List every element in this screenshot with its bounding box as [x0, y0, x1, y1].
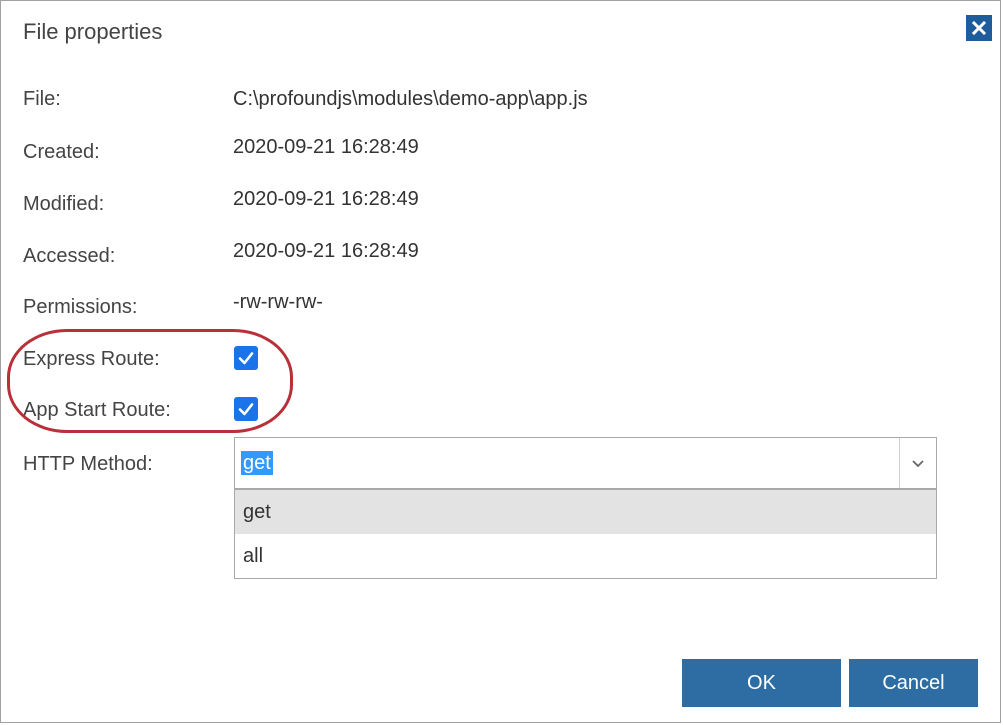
file-value: C:\profoundjs\modules\demo-app\app.js [233, 88, 588, 110]
app-start-route-checkbox[interactable] [234, 397, 258, 421]
file-label: File: [23, 88, 61, 110]
http-method-select[interactable]: get [234, 437, 937, 489]
file-properties-dialog: File properties File: C:\profoundjs\modu… [0, 0, 1001, 723]
dropdown-option-get[interactable]: get [235, 490, 936, 534]
close-icon [971, 20, 987, 36]
checkmark-icon [238, 403, 254, 416]
checkmark-icon [238, 352, 254, 365]
created-value: 2020-09-21 16:28:49 [233, 136, 419, 158]
permissions-label: Permissions: [23, 296, 138, 318]
dialog-title: File properties [23, 19, 163, 44]
accessed-label: Accessed: [23, 245, 116, 267]
modified-label: Modified: [23, 193, 105, 215]
close-button[interactable] [966, 15, 992, 41]
chevron-down-icon [912, 460, 924, 468]
permissions-value: -rw-rw-rw- [233, 291, 323, 313]
dropdown-option-all[interactable]: all [235, 534, 936, 578]
http-method-selected-value[interactable]: get [241, 451, 273, 475]
cancel-button[interactable]: Cancel [849, 659, 978, 707]
http-method-label: HTTP Method: [23, 453, 153, 475]
express-route-label: Express Route: [23, 348, 160, 370]
accessed-value: 2020-09-21 16:28:49 [233, 240, 419, 262]
created-label: Created: [23, 141, 100, 163]
http-method-dropdown-list: get all [234, 489, 937, 579]
express-route-checkbox[interactable] [234, 346, 258, 370]
dropdown-toggle[interactable] [899, 438, 936, 488]
app-start-route-label: App Start Route: [23, 399, 171, 421]
modified-value: 2020-09-21 16:28:49 [233, 188, 419, 210]
ok-button[interactable]: OK [682, 659, 841, 707]
